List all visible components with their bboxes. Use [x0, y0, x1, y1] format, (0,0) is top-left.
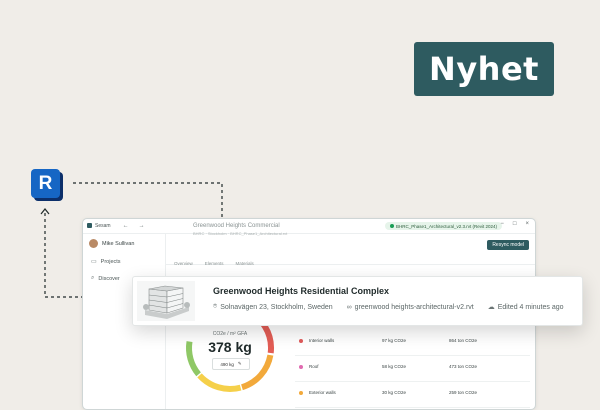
- project-meta: BHRC · Stockholm · BHRC_Phase1_Architect…: [193, 231, 288, 236]
- row-total: 864 ton CO2e: [449, 338, 478, 343]
- sync-status-icon: [390, 224, 394, 228]
- folder-icon: ▭: [91, 259, 97, 265]
- card-title: Greenwood Heights Residential Complex: [213, 286, 390, 296]
- row-per-m2: 97 kg CO2e: [382, 338, 407, 343]
- category-dot: [299, 365, 303, 369]
- row-name: Interior walls: [309, 338, 335, 343]
- row-name: Roof: [309, 364, 319, 369]
- row-per-m2: 58 kg CO2e: [382, 364, 407, 369]
- table-row[interactable]: Roof 58 kg CO2e 473 ton CO2e: [295, 356, 530, 382]
- card-meta: ⌾ Solnavägen 23, Stockholm, Sweden ∞ gre…: [213, 303, 564, 311]
- table-row[interactable]: Interior walls 97 kg CO2e 864 ton CO2e: [295, 330, 530, 356]
- sidebar-item-label: Discover: [98, 275, 120, 282]
- model-file-pill[interactable]: BHRC_Phase1_Architectural_v2.3.rvt (Revi…: [385, 222, 503, 230]
- close-button[interactable]: ×: [525, 221, 529, 227]
- row-total: 259 ton CO2e: [449, 390, 478, 395]
- nyhet-badge: Nyhet: [414, 42, 554, 96]
- row-per-m2: 30 kg CO2e: [382, 390, 407, 395]
- edit-icon: ✎: [237, 361, 242, 366]
- category-dot: [299, 391, 303, 395]
- sidebar-item-projects[interactable]: ▭ Projects: [83, 253, 165, 270]
- metric-value: 378 kg: [208, 339, 252, 355]
- tab-materials[interactable]: Materials: [236, 261, 254, 266]
- minimize-button[interactable]: −: [500, 221, 504, 227]
- page-title: Greenwood Heights Commercial: [193, 223, 280, 229]
- model-file-name: BHRC_Phase1_Architectural_v2.3.rvt (Revi…: [396, 223, 498, 229]
- resync-model-button[interactable]: Resync model: [487, 240, 529, 250]
- search-icon: ⌕: [91, 275, 95, 281]
- title-bar: Sesam ← → BHRC_Phase1_Architectural_v2.3…: [83, 219, 535, 234]
- user-name: Mike Sullivan: [102, 240, 135, 247]
- forward-button[interactable]: →: [139, 223, 145, 229]
- row-total: 473 ton CO2e: [449, 364, 478, 369]
- sidebar-item-label: Projects: [100, 258, 121, 265]
- table-row[interactable]: Exterior walls 30 kg CO2e 259 ton CO2e: [295, 382, 530, 408]
- app-name: Sesam: [95, 223, 111, 229]
- card-address: Solnavägen 23, Stockholm, Sweden: [220, 303, 333, 311]
- row-name: Exterior walls: [309, 390, 336, 395]
- user-profile[interactable]: Mike Sullivan: [83, 234, 165, 253]
- back-button[interactable]: ←: [123, 223, 129, 229]
- co2-metric-panel: CO2e / m² GFA 378 kg 490 kg ✎: [180, 312, 280, 409]
- card-edited: Edited 4 minutes ago: [497, 303, 564, 311]
- tab-elements[interactable]: Elements: [205, 261, 224, 266]
- card-file: greenwood heights-architectural-v2.rvt: [354, 303, 474, 311]
- target-input[interactable]: 490 kg ✎: [212, 358, 250, 370]
- location-pin-icon: ⌾: [213, 303, 218, 310]
- metric-label: CO2e / m² GFA: [212, 331, 248, 337]
- category-dot: [299, 339, 303, 343]
- link-icon: ∞: [346, 303, 352, 311]
- maximize-button[interactable]: □: [513, 221, 517, 227]
- project-card[interactable]: Greenwood Heights Residential Complex ⌾ …: [132, 276, 583, 326]
- target-value: 490 kg: [220, 361, 234, 367]
- cloud-icon: ☁: [487, 304, 495, 311]
- app-icon: [87, 223, 92, 228]
- elements-table: Interior walls 97 kg CO2e 864 ton CO2e R…: [295, 330, 530, 408]
- avatar: [89, 239, 98, 248]
- revit-logo-icon: R: [31, 169, 60, 198]
- tab-overview[interactable]: Overview: [174, 261, 193, 266]
- tabs: Overview Elements Materials: [174, 261, 254, 266]
- building-thumbnail: [137, 281, 195, 321]
